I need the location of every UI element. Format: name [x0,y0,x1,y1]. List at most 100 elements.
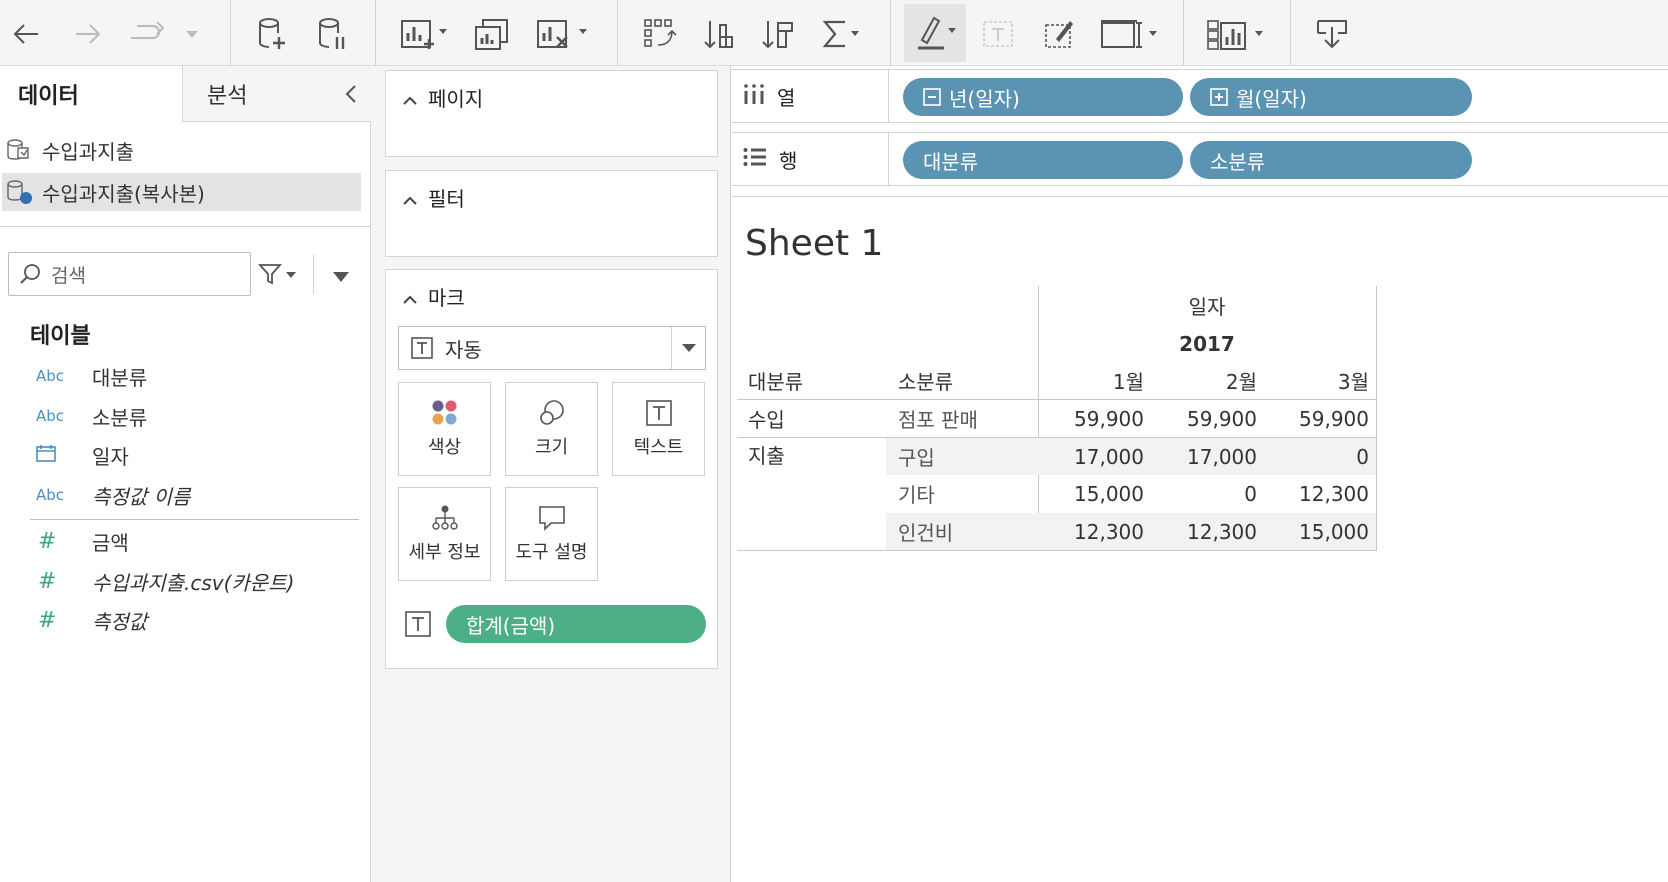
datasource-item-selected[interactable]: 수입과지출(복사본) [2,173,361,211]
tab-analysis-label: 분석 [207,83,248,109]
pause-data-icon[interactable] [310,10,354,58]
field-measure[interactable]: # 금액 [0,522,371,560]
value-cell[interactable]: 59,900 [1263,400,1369,437]
major-category-cell[interactable]: 수입 [748,400,888,437]
minor-category-cell[interactable]: 기타 [898,475,1038,512]
color-button[interactable]: 색상 [398,382,491,476]
value-cell[interactable]: 15,000 [1263,513,1369,550]
sum-amount-pill[interactable]: 합계(금액) [446,605,706,643]
labels-icon[interactable] [978,10,1018,58]
back-icon[interactable] [4,10,48,58]
string-type-icon: Abc [36,407,65,425]
search-input[interactable]: 검색 [51,261,86,288]
filters-label: 필터 [428,187,465,211]
sort-desc-icon[interactable] [756,10,800,58]
filters-card-title[interactable]: 필터 [402,183,465,212]
dropdown-icon[interactable] [180,10,204,58]
swap-icon[interactable] [638,10,682,58]
pages-card[interactable]: 페이지 [385,70,718,157]
clear-icon[interactable] [534,10,590,58]
tab-analysis[interactable]: 분석 [182,66,371,122]
mark-type-dropdown[interactable]: 자동 [398,326,706,370]
text-icon [645,400,672,426]
value-cell[interactable]: 0 [1263,438,1369,475]
search-field[interactable]: 검색 [8,252,251,296]
major-category-cell[interactable]: 지출 [748,436,888,473]
text-button[interactable]: 텍스트 [612,382,705,476]
forward-icon[interactable] [66,10,110,58]
collapse-icon[interactable] [923,88,941,106]
field-dimension[interactable]: 일자 [0,436,371,474]
month-date-pill[interactable]: 월(일자) [1190,78,1472,116]
marks-card-title[interactable]: 마크 [402,282,465,311]
columns-shelf: 열 년(일자) 월(일자) [731,69,1668,123]
show-me-icon[interactable] [1204,10,1268,58]
filters-card[interactable]: 필터 [385,170,718,257]
row-header-title-major[interactable]: 대분류 [748,362,888,399]
worksheet-view: Sheet 1 일자 2017 대분류 소분류 1월 2월 3월 수입 점포 판… [731,196,1668,882]
sort-asc-icon[interactable] [698,10,742,58]
datasource-item[interactable]: 수입과지출 [0,131,371,169]
rows-shelf: 행 대분류 소분류 [731,132,1668,186]
major-category-pill[interactable]: 대분류 [903,141,1183,179]
value-cell[interactable]: 17,000 [1038,438,1144,475]
datasource-name: 수입과지출(복사본) [42,181,205,206]
totals-icon[interactable] [818,10,866,58]
month-header[interactable]: 3월 [1263,362,1369,399]
export-icon[interactable] [1310,10,1354,58]
color-icon [432,400,456,425]
fit-icon[interactable] [1098,10,1160,58]
new-data-source-icon[interactable] [250,10,294,58]
pages-label: 페이지 [428,87,484,111]
value-cell[interactable]: 12,300 [1151,513,1257,550]
size-button[interactable]: 크기 [505,382,598,476]
duplicate-icon[interactable] [470,10,514,58]
value-cell[interactable]: 12,300 [1038,513,1144,550]
pane-menu-icon[interactable] [332,268,350,287]
column-header-year[interactable]: 2017 [1038,325,1376,362]
data-pane: 데이터 분석 수입과지출 수입과지출(복사본) 검색 테이블 Abc 대분류 A… [0,66,371,882]
detail-button[interactable]: 세부 정보 [398,487,491,581]
data-pane-tabs: 데이터 분석 [0,66,371,122]
chevron-down-icon[interactable] [671,327,705,369]
value-cell[interactable]: 59,900 [1038,400,1144,437]
tab-data[interactable]: 데이터 [0,66,182,122]
month-header[interactable]: 1월 [1038,362,1144,399]
field-name: 대분류 [92,365,148,390]
divider [0,226,371,227]
redo-icon[interactable] [124,10,168,58]
mark-type-value: 자동 [445,337,482,362]
value-cell[interactable]: 12,300 [1263,475,1369,512]
minor-category-cell[interactable]: 점포 판매 [898,400,1038,437]
value-cell[interactable]: 15,000 [1038,475,1144,512]
value-cell[interactable]: 0 [1151,475,1257,512]
row-header-title-minor[interactable]: 소분류 [898,362,1038,399]
year-date-pill[interactable]: 년(일자) [903,78,1183,116]
marks-label: 마크 [428,286,465,310]
pill-label: 월(일자) [1236,86,1307,111]
rows-shelf-label: 행 [731,133,889,185]
highlight-icon[interactable] [904,4,966,62]
field-dimension[interactable]: Abc 측정값 이름 [0,476,371,514]
new-worksheet-icon[interactable] [398,10,450,58]
field-dimension[interactable]: Abc 대분류 [0,357,371,395]
value-cell[interactable]: 59,900 [1151,400,1257,437]
field-measure[interactable]: # 수입과지출.csv(카운트) [0,562,371,600]
filter-fields-icon[interactable] [257,262,298,290]
minor-category-cell[interactable]: 인건비 [898,513,1038,550]
minor-category-pill[interactable]: 소분류 [1190,141,1472,179]
size-icon [539,400,564,425]
value-cell[interactable]: 17,000 [1151,438,1257,475]
field-dimension[interactable]: Abc 소분류 [0,397,371,435]
format-icon[interactable] [1040,10,1080,58]
size-label: 크기 [534,437,569,458]
text-encoding-icon [404,610,432,642]
detail-icon [431,505,458,530]
expand-icon[interactable] [1210,88,1228,106]
collapse-pane-icon[interactable] [345,84,357,110]
minor-category-cell[interactable]: 구입 [898,438,1038,475]
month-header[interactable]: 2월 [1151,362,1257,399]
field-measure[interactable]: # 측정값 [0,601,371,639]
tooltip-button[interactable]: 도구 설명 [505,487,598,581]
pages-card-title[interactable]: 페이지 [402,83,483,112]
